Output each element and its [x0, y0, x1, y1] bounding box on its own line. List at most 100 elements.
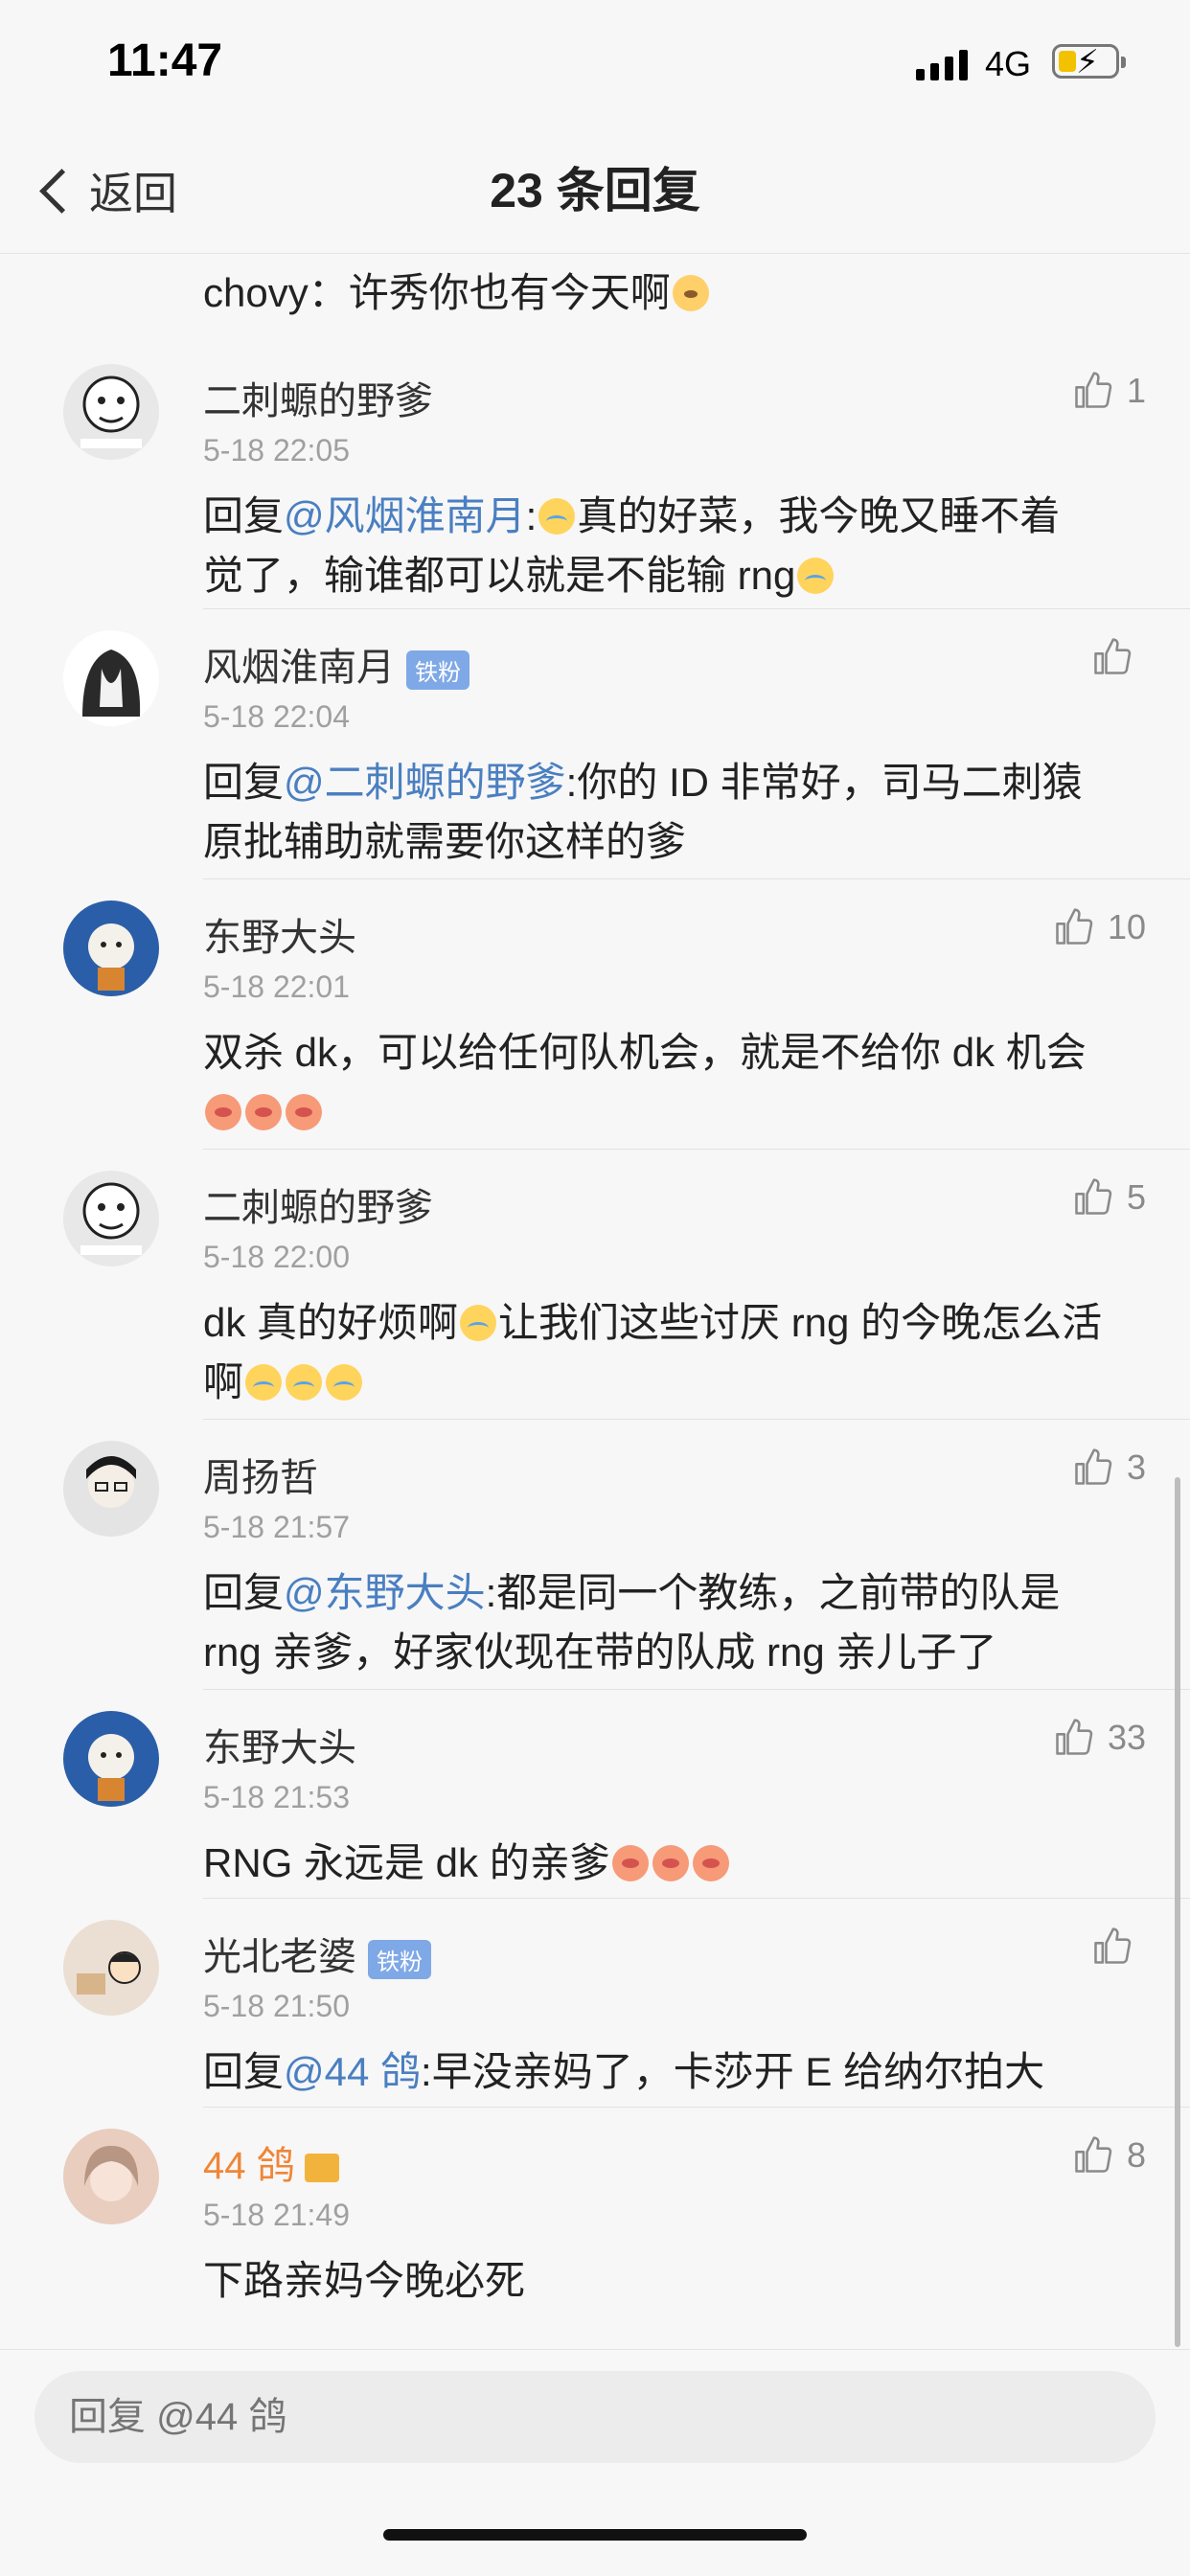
like-count: 5: [1126, 1177, 1146, 1217]
comment-time: 5-18 21:53: [203, 1780, 351, 1814]
doge-emoji-icon: [672, 274, 709, 311]
comment-time: 5-18 22:01: [203, 969, 351, 1004]
comment-author[interactable]: 44 鸽: [203, 2134, 339, 2190]
like-button[interactable]: 33: [1052, 1717, 1146, 1759]
comment-item: 二刺螈的野爹 5-18 22:00 5 dk 真的好烦啊 让我们这些讨厌 rng …: [0, 1150, 1190, 1420]
thumbs-up-icon: [1056, 1719, 1093, 1755]
previous-comment-snippet: chovy：许秀你也有今天啊: [203, 261, 711, 319]
like-button[interactable]: 10: [1052, 906, 1146, 948]
text-line1: RNG 永远是 dk 的亲爹: [203, 1840, 610, 1885]
mention-link[interactable]: @风烟淮南月: [284, 493, 526, 538]
comment-text: 双杀 dk，可以给任何队机会，就是不给你 dk 机会: [203, 1023, 1104, 1142]
text-line1: 双杀 dk，可以给任何队机会，就是不给你 dk 机会: [203, 1030, 1087, 1075]
text-line2: 觉了，输谁都可以就是不能输 rng: [203, 553, 796, 598]
like-button[interactable]: 5: [1071, 1176, 1146, 1219]
avatar[interactable]: [63, 1920, 159, 2016]
comment-author[interactable]: 二刺螈的野爹: [203, 370, 433, 425]
text-line1: :早没亲妈了，卡莎开 E 给纳尔拍大: [421, 2049, 1045, 2094]
home-indicator[interactable]: [383, 2529, 807, 2541]
comment-text: 回复@二刺螈的野爹:你的 ID 非常好，司马二刺猿 原批辅助就需要你这样的爹: [203, 753, 1104, 872]
comment-text: RNG 永远是 dk 的亲爹: [203, 1834, 1104, 1893]
fan-badge: 铁粉: [406, 650, 469, 690]
crying-emoji-icon: [286, 1363, 323, 1401]
avatar[interactable]: [63, 630, 159, 726]
nav-bar: 返回 23 条回复: [0, 134, 1190, 254]
thumbs-up-icon: [1075, 372, 1112, 408]
avatar[interactable]: [63, 364, 159, 460]
text-line1-cont: 让我们这些讨厌 rng 的今晚怎么活: [498, 1300, 1103, 1345]
author-name: 光北老婆: [203, 1936, 356, 1978]
text-colon: :: [525, 493, 538, 538]
avatar[interactable]: [63, 900, 159, 996]
comment-item: 44 鸽 5-18 21:49 8 下路亲妈今晚必死: [0, 2108, 1190, 2337]
mention-link[interactable]: @44 鸽: [284, 2049, 421, 2094]
like-count: 3: [1126, 1448, 1146, 1487]
pig-emoji-icon: [245, 1093, 282, 1130]
text-line1: :都是同一个教练，之前带的队是: [485, 1570, 1061, 1615]
like-count: 33: [1107, 1718, 1146, 1757]
text-line1: :你的 ID 非常好，司马二刺猿: [565, 760, 1083, 805]
status-time: 11:47: [107, 35, 223, 86]
like-count: 10: [1107, 907, 1146, 946]
avatar[interactable]: [63, 1711, 159, 1807]
scrollbar[interactable]: [1175, 1477, 1180, 2347]
comment-author[interactable]: 风烟淮南月 铁粉: [203, 636, 469, 692]
text-line2: 啊: [203, 1359, 244, 1404]
like-button[interactable]: [1090, 1926, 1146, 1968]
text-line1: 真的好菜，我今晚又睡不着: [577, 493, 1061, 538]
crying-emoji-icon: [460, 1304, 497, 1341]
avatar[interactable]: [63, 2129, 159, 2224]
page-title: 23 条回复: [490, 164, 700, 217]
thumbs-up-icon: [1075, 2136, 1112, 2173]
mention-link[interactable]: @二刺螈的野爹: [284, 760, 566, 805]
thumbs-up-icon: [1075, 1178, 1112, 1215]
author-name: 44 鸽: [203, 2145, 295, 2187]
pig-emoji-icon: [652, 1844, 689, 1881]
thumbs-up-icon: [1094, 1927, 1132, 1964]
crying-emoji-icon: [538, 497, 576, 535]
comment-author[interactable]: 光北老婆 铁粉: [203, 1926, 431, 1981]
comment-time: 5-18 21:49: [203, 2198, 351, 2232]
pig-emoji-icon: [205, 1093, 241, 1130]
comment-text: dk 真的好烦啊 让我们这些讨厌 rng 的今晚怎么活 啊: [203, 1293, 1104, 1412]
avatar[interactable]: [63, 1441, 159, 1537]
comment-author[interactable]: 东野大头: [203, 1717, 356, 1772]
reply-prefix: 回复: [203, 493, 285, 538]
comment-text: 回复@风烟淮南月: 真的好菜，我今晚又睡不着 觉了，输谁都可以就是不能输 rng: [203, 487, 1104, 605]
thumbs-up-icon: [1075, 1448, 1112, 1485]
reply-input[interactable]: [34, 2371, 1156, 2463]
comment-item: 东野大头 5-18 21:53 33 RNG 永远是 dk 的亲爹: [0, 1690, 1190, 1899]
battery-icon: ⚡: [1052, 44, 1126, 80]
thumbs-up-icon: [1094, 638, 1132, 674]
status-bar: 11:47 4G ⚡: [0, 0, 1190, 134]
like-button[interactable]: [1090, 636, 1146, 678]
comment-time: 5-18 21:57: [203, 1510, 351, 1544]
signal-icon: [916, 48, 968, 80]
vip-crown-icon: [304, 2154, 339, 2183]
comment-text: 下路亲妈今晚必死: [203, 2251, 1104, 2311]
crying-emoji-icon: [797, 557, 835, 594]
like-button[interactable]: 3: [1071, 1447, 1146, 1489]
fan-badge: 铁粉: [368, 1939, 431, 1979]
like-button[interactable]: 8: [1071, 2134, 1146, 2177]
comment-author[interactable]: 周扬哲: [203, 1447, 318, 1502]
pig-emoji-icon: [286, 1093, 322, 1130]
comment-item: 风烟淮南月 铁粉 5-18 22:04 回复@二刺螈的野爹:你的 ID 非常好，司…: [0, 609, 1190, 879]
reply-bar: [0, 2349, 1190, 2576]
comment-text: 回复@东野大头:都是同一个教练，之前带的队是 rng 亲爹，好家伙现在带的队成 …: [203, 1563, 1104, 1682]
like-button[interactable]: 1: [1071, 370, 1146, 412]
comment-author[interactable]: 东野大头: [203, 906, 356, 962]
comment-item: 周扬哲 5-18 21:57 3 回复@东野大头:都是同一个教练，之前带的队是 …: [0, 1420, 1190, 1690]
snippet-text: chovy：许秀你也有今天啊: [203, 270, 671, 315]
reply-prefix: 回复: [203, 1570, 285, 1615]
comment-item: 光北老婆 铁粉 5-18 21:50 回复@44 鸽:早没亲妈了，卡莎开 E 给纳…: [0, 1899, 1190, 2108]
reply-prefix: 回复: [203, 760, 285, 805]
text-line2: rng 亲爹，好家伙现在带的队成 rng 亲儿子了: [203, 1630, 997, 1675]
avatar[interactable]: [63, 1171, 159, 1266]
mention-link[interactable]: @东野大头: [284, 1570, 486, 1615]
comment-author[interactable]: 二刺螈的野爹: [203, 1176, 433, 1232]
crying-emoji-icon: [245, 1363, 283, 1401]
comment-time: 5-18 21:50: [203, 1989, 351, 2023]
pig-emoji-icon: [692, 1844, 729, 1881]
like-count: 8: [1126, 2135, 1146, 2175]
